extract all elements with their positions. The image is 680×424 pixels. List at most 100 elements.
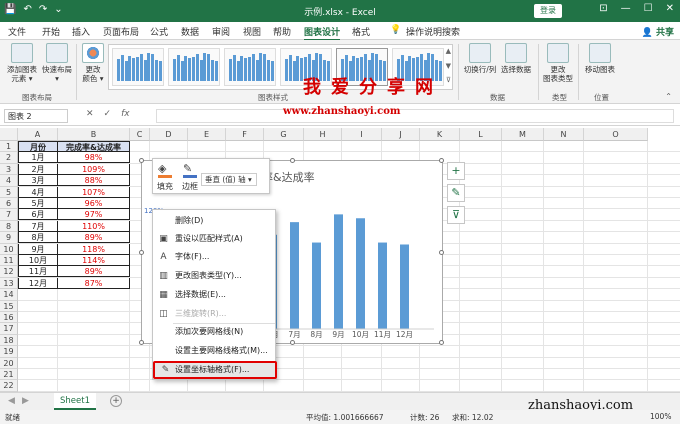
row-header[interactable]: 5 (0, 186, 18, 198)
tab-file[interactable]: 文件 (8, 25, 26, 38)
insert-function-icon[interactable]: fx (121, 109, 130, 119)
row-header[interactable]: 18 (0, 334, 18, 347)
row-header[interactable]: 9 (0, 232, 18, 244)
menu-item-format-major-gridlines[interactable]: 设置主要网格线格式(M)... (153, 342, 277, 360)
resize-handle[interactable] (290, 340, 295, 345)
row-header[interactable]: 1 (0, 141, 18, 153)
column-header[interactable]: E (188, 128, 226, 141)
table-cell-month[interactable]: 9月 (18, 243, 58, 255)
search-box[interactable]: 操作说明搜索 (406, 25, 460, 38)
outline-label[interactable]: 边框 (182, 181, 198, 192)
chart-style-thumbnail[interactable] (224, 48, 276, 86)
chart-filters-button[interactable]: ⊽ (447, 206, 465, 224)
row-header[interactable]: 10 (0, 243, 18, 255)
sheet-tab-sheet1[interactable]: Sheet1 (54, 393, 96, 410)
gallery-scroll-up-icon[interactable]: ▲ (446, 47, 451, 55)
resize-handle[interactable] (139, 158, 144, 163)
column-header[interactable]: K (420, 128, 460, 141)
tab-review[interactable]: 审阅 (212, 25, 230, 38)
menu-item-select-data[interactable]: ▦ 选择数据(E)... (153, 286, 277, 304)
table-cell-month[interactable]: 1月 (18, 152, 58, 164)
row-header[interactable]: 13 (0, 277, 18, 290)
row-header[interactable]: 22 (0, 380, 18, 392)
resize-handle[interactable] (290, 158, 295, 163)
column-header[interactable]: F (226, 128, 264, 141)
switch-row-column-button[interactable]: 切换行/列 (462, 43, 498, 74)
table-cell-month[interactable]: 2月 (18, 163, 58, 175)
table-cell-rate[interactable]: 114% (57, 255, 130, 266)
minimize-button[interactable]: — (621, 3, 631, 14)
tab-insert[interactable]: 插入 (72, 25, 90, 38)
outline-pen-icon[interactable]: ✎ (183, 162, 197, 176)
table-cell-month[interactable]: 7月 (18, 220, 58, 232)
column-header[interactable]: J (382, 128, 420, 141)
resize-handle[interactable] (439, 340, 444, 345)
row-header[interactable]: 17 (0, 323, 18, 335)
row-header[interactable]: 8 (0, 220, 18, 233)
column-header[interactable]: L (460, 128, 502, 141)
row-header[interactable]: 7 (0, 209, 18, 221)
formula-input[interactable] (156, 109, 674, 123)
zoom-level[interactable]: 100% (650, 412, 671, 421)
chart-bar[interactable] (290, 222, 299, 329)
resize-handle[interactable] (139, 340, 144, 345)
table-cell-rate[interactable]: 87% (57, 277, 130, 289)
tab-page-layout[interactable]: 页面布局 (103, 25, 139, 38)
move-chart-button[interactable]: 移动图表 (582, 43, 618, 74)
change-colors-button[interactable]: 更改 颜色 ▾ (79, 43, 107, 83)
row-header[interactable]: 21 (0, 369, 18, 381)
column-header[interactable]: G (264, 128, 304, 141)
table-cell-rate[interactable]: 89% (57, 232, 130, 244)
prev-sheet-icon[interactable]: ◀ (8, 396, 15, 406)
row-header[interactable]: 19 (0, 346, 18, 358)
row-header[interactable]: 3 (0, 163, 18, 176)
chart-bar[interactable] (356, 218, 365, 329)
table-cell-month[interactable]: 8月 (18, 232, 58, 244)
column-header[interactable]: N (544, 128, 584, 141)
chart-bar[interactable] (312, 242, 321, 329)
column-header[interactable]: M (502, 128, 544, 141)
tab-format[interactable]: 格式 (352, 25, 370, 38)
chart-bar[interactable] (400, 244, 409, 329)
column-header[interactable]: I (342, 128, 382, 141)
collapse-ribbon-icon[interactable]: ⌃ (665, 92, 672, 101)
gallery-scroll-down-icon[interactable]: ▼ (446, 62, 451, 70)
resize-handle[interactable] (439, 250, 444, 255)
table-cell-rate[interactable]: 98% (57, 152, 130, 164)
resize-handle[interactable] (139, 250, 144, 255)
column-header[interactable]: B (58, 128, 130, 141)
enter-icon[interactable]: ✓ (104, 109, 112, 119)
menu-item-font[interactable]: A 字体(F)... (153, 248, 277, 266)
row-header[interactable]: 12 (0, 266, 18, 278)
share-button[interactable]: 👤 共享 (642, 25, 674, 38)
column-header[interactable]: H (304, 128, 342, 141)
row-header[interactable]: 2 (0, 152, 18, 164)
table-cell-rate[interactable]: 96% (57, 198, 130, 209)
add-sheet-button[interactable]: + (110, 395, 122, 407)
chart-bar[interactable] (378, 242, 387, 329)
row-header[interactable]: 16 (0, 312, 18, 324)
resize-handle[interactable] (439, 158, 444, 163)
chart-element-dropdown[interactable]: 垂直 (值) 轴 ▾ (201, 173, 257, 186)
table-cell-rate[interactable]: 109% (57, 163, 130, 175)
chart-bar[interactable] (334, 214, 343, 329)
table-cell-rate[interactable]: 88% (57, 175, 130, 187)
tab-help[interactable]: 帮助 (273, 25, 291, 38)
row-header[interactable]: 4 (0, 175, 18, 187)
table-cell-rate[interactable]: 110% (57, 220, 130, 232)
cancel-icon[interactable]: ✕ (86, 109, 94, 119)
menu-item-change-chart-type[interactable]: ▥ 更改图表类型(Y)... (153, 267, 277, 285)
table-cell-rate[interactable]: 118% (57, 243, 130, 255)
fill-bucket-icon[interactable]: ◈ (158, 162, 172, 176)
tab-home[interactable]: 开始 (42, 25, 60, 38)
menu-item-reset-style[interactable]: ▣ 重设以匹配样式(A) (153, 230, 277, 248)
row-header[interactable]: 20 (0, 357, 18, 369)
select-data-button[interactable]: 选择数据 (499, 43, 533, 74)
ribbon-display-icon[interactable]: ⊡ (599, 3, 607, 14)
table-cell-month[interactable]: 11月 (18, 266, 58, 278)
chart-style-thumbnail[interactable] (112, 48, 164, 86)
table-cell-rate[interactable]: 97% (57, 209, 130, 221)
login-button[interactable]: 登录 (534, 4, 562, 18)
next-sheet-icon[interactable]: ▶ (22, 396, 29, 406)
column-header[interactable]: C (130, 128, 150, 141)
